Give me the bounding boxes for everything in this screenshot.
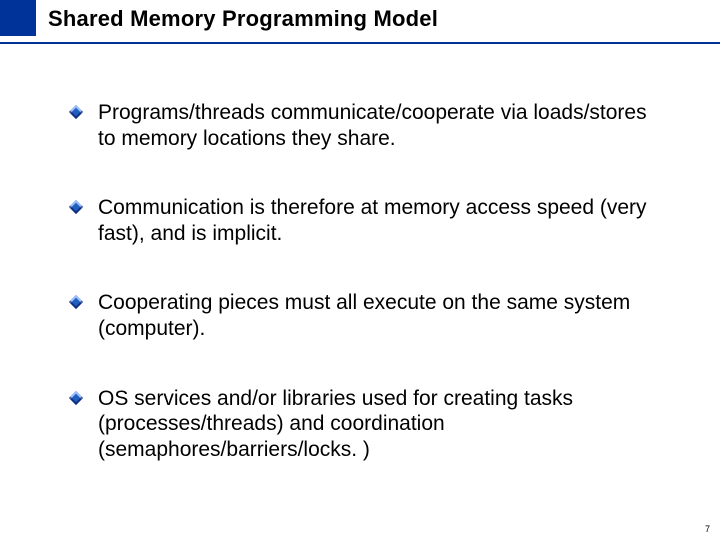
- bullet-text: Cooperating pieces must all execute on t…: [98, 290, 660, 341]
- bullet-text: Programs/threads communicate/cooperate v…: [98, 100, 660, 151]
- list-item: Communication is therefore at memory acc…: [70, 195, 660, 246]
- diamond-bullet-icon: [70, 296, 82, 308]
- page-number: 7: [705, 524, 710, 534]
- list-item: Cooperating pieces must all execute on t…: [70, 290, 660, 341]
- diamond-bullet-icon: [70, 106, 82, 118]
- title-divider: [0, 42, 720, 44]
- slide: Shared Memory Programming Model Programs…: [0, 0, 720, 540]
- bullet-list: Programs/threads communicate/cooperate v…: [70, 100, 660, 506]
- list-item: Programs/threads communicate/cooperate v…: [70, 100, 660, 151]
- corner-accent: [0, 0, 36, 36]
- list-item: OS services and/or libraries used for cr…: [70, 386, 660, 463]
- slide-title: Shared Memory Programming Model: [48, 6, 438, 32]
- diamond-bullet-icon: [70, 392, 82, 404]
- bullet-text: OS services and/or libraries used for cr…: [98, 386, 660, 463]
- diamond-bullet-icon: [70, 201, 82, 213]
- bullet-text: Communication is therefore at memory acc…: [98, 195, 660, 246]
